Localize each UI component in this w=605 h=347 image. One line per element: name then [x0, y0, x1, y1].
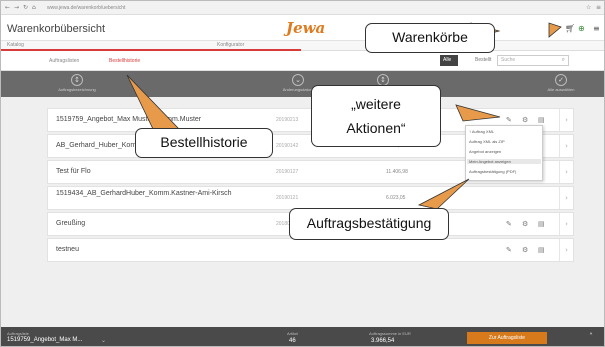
gear-icon[interactable]: ⚙ [522, 116, 528, 124]
callout-weitere-line2: Aktionen“ [346, 120, 406, 136]
cart-add-icon[interactable]: ⊕ [578, 24, 585, 33]
list-icon[interactable]: ▤ [538, 116, 545, 124]
row-name: Greußing [56, 220, 86, 227]
page-title: Warenkorbübersicht [7, 23, 106, 35]
row-name: testneu [56, 246, 79, 253]
nav-konfigurator[interactable]: Konfigurator [217, 42, 244, 48]
gear-icon[interactable]: ⚙ [522, 220, 528, 228]
callout-weitere-line1: „weitere [351, 96, 401, 112]
screenshot-frame: ← → ↻ ⌂ www.jewa.de/warenkorb/uebersicht… [0, 0, 605, 347]
row-name: Test für Flo [56, 168, 91, 175]
edit-icon[interactable]: ✎ [506, 220, 512, 228]
forward-arrow-icon[interactable]: → [14, 4, 19, 12]
footer-artikel-label: Artikel [287, 331, 299, 336]
chevron-right-icon[interactable]: › [559, 161, 573, 183]
chevron-right-icon[interactable]: › [559, 213, 573, 235]
footer-summe-value: 3.966,54 [371, 338, 395, 344]
footer-bar: Auftragsliste 1519759_Angebot_Max M... ⌄… [1, 327, 604, 346]
callout-bestellhistorie: Bestellhistorie [135, 128, 273, 158]
sort-icon: ↕ [71, 74, 83, 86]
tab-auftragslisten[interactable]: Auftragslisten [49, 58, 79, 64]
callout-auftragsbestaetigung: Auftragsbestätigung [289, 208, 449, 240]
sub-navigation: Katalog Konfigurator [1, 41, 604, 51]
row-name: 1519434_AB_GerhardHuber_Komm.Kastner-Ami… [56, 190, 232, 197]
row-date: 20190213 [276, 117, 299, 123]
tabs-row: Auftragslisten Bestellhistorie Alle Best… [1, 51, 604, 71]
chevron-right-icon[interactable]: › [559, 187, 573, 209]
footer-summe-label: Auftragssumme in EUR [369, 331, 411, 336]
callout-weitere-aktionen: „weitere Aktionen“ [311, 85, 441, 147]
row-sum: 11.406,98 [386, 169, 408, 175]
row-date: 20190127 [276, 169, 299, 175]
row-name: 1519759_Angebot_Max Muster_Komm.Muster [56, 116, 202, 123]
column-label: Auftragsbezeichnung [58, 87, 96, 92]
footer-artikel-count: 46 [289, 338, 296, 344]
column-auftragsbezeichnung[interactable]: ↕ Auftragsbezeichnung [57, 74, 97, 92]
browser-bar: ← → ↻ ⌂ www.jewa.de/warenkorb/uebersicht… [1, 1, 604, 15]
row-date: 20190121 [276, 195, 299, 201]
cart-icon[interactable]: 🛒︎ [565, 24, 575, 33]
menu-item-auftrag-xml[interactable]: ↑ Auftrag XML [469, 129, 494, 134]
row-date: 20190142 [276, 143, 299, 149]
more-actions-menu: ↑ Auftrag XML Auftrag XML als ZIP Angebo… [465, 125, 543, 181]
table-row[interactable]: testneu ✎ ⚙ ▤ › [47, 238, 574, 262]
menu-icon[interactable]: ≡ [593, 24, 600, 33]
chevron-down-icon[interactable]: ⌄ [101, 337, 106, 344]
nav-katalog[interactable]: Katalog [7, 42, 24, 48]
row-sum: 6.023,05 [386, 195, 406, 201]
callout-warenkoerbe: Warenkörbe [365, 23, 495, 53]
callout-auftragsbestaetigung-text: Auftragsbestätigung [306, 215, 432, 231]
tab-bestellhistorie[interactable]: Bestellhistorie [109, 58, 140, 64]
browser-menu-icon[interactable]: ≡ [596, 4, 601, 12]
address-bar[interactable]: www.jewa.de/warenkorb/uebersicht [47, 4, 187, 12]
list-icon[interactable]: ▤ [538, 220, 545, 228]
chevron-right-icon[interactable]: › [559, 239, 573, 261]
menu-item-angebot-anzeigen[interactable]: Angebot anzeigen [469, 149, 501, 154]
zur-auftragsliste-button[interactable]: Zur Auftragsliste [467, 332, 547, 344]
chevron-right-icon[interactable]: › [559, 109, 573, 131]
reload-icon[interactable]: ↻ [23, 4, 28, 12]
chevron-up-icon[interactable]: ˄ [589, 332, 593, 341]
home-icon[interactable]: ⌂ [32, 4, 36, 12]
column-label: Alle auswählen [547, 87, 575, 92]
app-header: Warenkorbübersicht Jewa 🛒︎ ⊕ ≡ [1, 15, 604, 41]
footer-auftragsliste-label: Auftragsliste [7, 331, 30, 336]
gear-icon[interactable]: ⚙ [522, 246, 528, 254]
callout-bestellhistorie-text: Bestellhistorie [160, 134, 248, 150]
chevron-right-icon[interactable]: › [559, 135, 573, 157]
menu-item-auftrag-xml-zip[interactable]: Auftrag XML als ZIP [469, 139, 505, 144]
back-arrow-icon[interactable]: ← [5, 4, 10, 12]
search-icon[interactable]: ⌕ [562, 56, 565, 65]
list-icon[interactable]: ▤ [538, 246, 545, 254]
footer-auftragsliste-select[interactable]: 1519759_Angebot_Max M... [7, 337, 82, 343]
menu-item-mein-angebot[interactable]: Mein Angebot anzeigen [467, 159, 541, 164]
browser-star-icon[interactable]: ☆ [586, 4, 591, 12]
filter-bestellt-button[interactable]: Bestellt [472, 55, 496, 66]
search-placeholder: Suche [501, 57, 516, 63]
search-input[interactable]: Suche ⌕ [497, 55, 569, 66]
column-label: Änderungsdatum [282, 87, 314, 92]
edit-icon[interactable]: ✎ [506, 116, 512, 124]
column-alle-auswaehlen[interactable]: ✓ Alle auswählen [541, 74, 581, 92]
table-row[interactable]: 1519434_AB_GerhardHuber_Komm.Kastner-Ami… [47, 186, 574, 210]
select-all-icon: ✓ [555, 74, 567, 86]
filter-alle-button[interactable]: Alle [440, 55, 458, 66]
callout-warenkoerbe-text: Warenkörbe [392, 29, 468, 45]
menu-item-auftragsbestaetigung-pdf[interactable]: Auftragsbestätigung (PDF) [469, 169, 516, 174]
jewa-logo[interactable]: Jewa [286, 19, 325, 37]
edit-icon[interactable]: ✎ [506, 246, 512, 254]
sort-down-icon: ⌄ [292, 74, 304, 86]
column-header-band: ↕ Auftragsbezeichnung ⌄ Änderungsdatum ↕… [1, 71, 604, 97]
